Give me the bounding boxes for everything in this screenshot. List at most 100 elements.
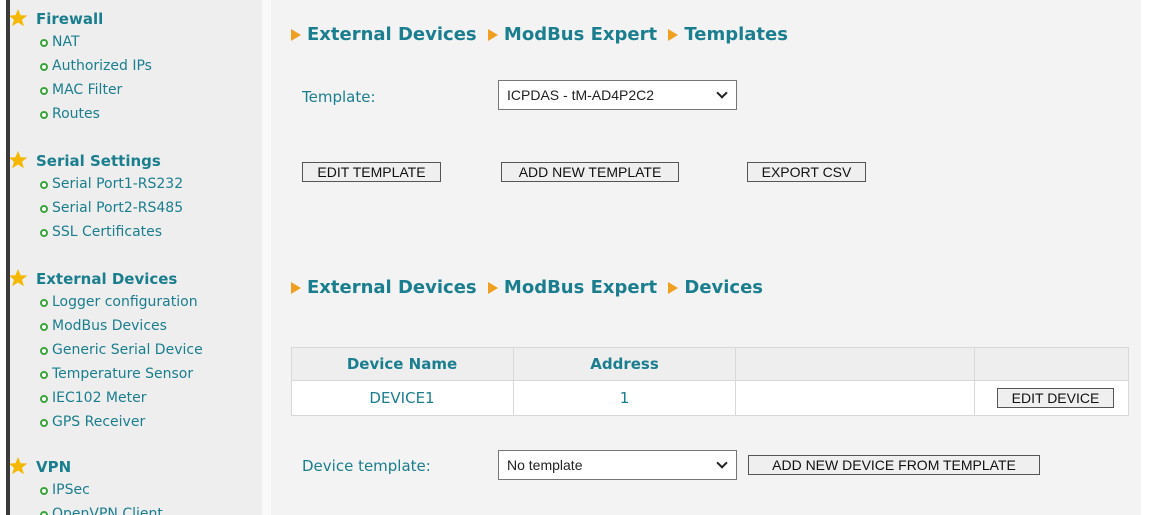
sidebar-item-openvpn-client[interactable]: OpenVPN Client bbox=[40, 506, 163, 515]
bullet-circle-icon bbox=[40, 299, 48, 307]
bullet-circle-icon bbox=[40, 39, 48, 47]
table-cell-action: EDIT DEVICE bbox=[975, 381, 1129, 416]
table-border bbox=[291, 347, 292, 416]
sidebar-item-generic-serial-device[interactable]: Generic Serial Device bbox=[40, 342, 203, 358]
breadcrumb-devices: External Devices ModBus Expert Devices bbox=[291, 277, 763, 298]
sidebar-item-logger-configuration[interactable]: Logger configuration bbox=[40, 294, 198, 310]
sidebar-item-serial-port2[interactable]: Serial Port2-RS485 bbox=[40, 200, 184, 216]
table-border bbox=[513, 347, 514, 416]
sidebar-item-label: IEC102 Meter bbox=[52, 390, 147, 406]
sidebar-item-label: Logger configuration bbox=[52, 294, 198, 310]
sidebar-item-ipsec[interactable]: IPSec bbox=[40, 482, 90, 498]
sidebar-item-label: Temperature Sensor bbox=[52, 366, 194, 382]
bullet-circle-icon bbox=[40, 181, 48, 189]
table-header-action bbox=[975, 347, 1129, 380]
device-template-select-value: No template bbox=[507, 457, 583, 473]
star-icon bbox=[10, 9, 28, 27]
breadcrumb-part: ModBus Expert bbox=[503, 24, 658, 45]
sidebar-item-ssl-certificates[interactable]: SSL Certificates bbox=[40, 224, 163, 240]
sidebar-item-label: OpenVPN Client bbox=[52, 506, 163, 515]
sidebar-item-gps-receiver[interactable]: GPS Receiver bbox=[40, 414, 146, 430]
sidebar-item-label: IPSec bbox=[52, 482, 90, 498]
breadcrumb-part: Devices bbox=[684, 277, 764, 298]
table-header-device-name: Device Name bbox=[291, 347, 513, 380]
triangle-right-icon bbox=[487, 28, 498, 41]
left-edge bbox=[0, 0, 10, 515]
template-label: Template: bbox=[302, 88, 376, 106]
sidebar-item-modbus-devices[interactable]: ModBus Devices bbox=[40, 318, 167, 334]
triangle-right-icon bbox=[291, 281, 301, 294]
sidebar-item-label: GPS Receiver bbox=[52, 414, 146, 430]
bullet-circle-icon bbox=[40, 111, 48, 119]
table-header-empty bbox=[736, 347, 974, 380]
bullet-circle-icon bbox=[40, 87, 48, 95]
bullet-circle-icon bbox=[40, 395, 48, 403]
bullet-circle-icon bbox=[40, 511, 48, 515]
template-select-value: ICPDAS - tM-AD4P2C2 bbox=[507, 87, 655, 103]
triangle-right-icon bbox=[668, 281, 679, 294]
sidebar-menu: Firewall NAT Authorized IPs MAC Filter R… bbox=[10, 0, 262, 515]
chevron-down-icon bbox=[716, 87, 728, 99]
column-divider bbox=[262, 0, 271, 515]
sidebar-item-label: MAC Filter bbox=[52, 82, 123, 98]
main-content: External Devices ModBus Expert Templates… bbox=[271, 0, 1141, 515]
devices-table: Device Name Address DEVICE1 1 EDIT DEVIC… bbox=[291, 347, 1129, 416]
sidebar-section-title[interactable]: Firewall bbox=[36, 10, 103, 28]
sidebar-item-serial-port1[interactable]: Serial Port1-RS232 bbox=[40, 176, 184, 192]
breadcrumb-templates: External Devices ModBus Expert Templates bbox=[291, 24, 788, 45]
device-template-select[interactable]: No template bbox=[498, 450, 737, 480]
right-edge bbox=[1141, 0, 1151, 515]
table-cell-empty bbox=[736, 381, 974, 416]
add-new-template-button[interactable]: ADD NEW TEMPLATE bbox=[501, 162, 679, 182]
chevron-down-icon bbox=[716, 457, 728, 469]
sidebar-item-label: SSL Certificates bbox=[52, 224, 163, 240]
table-border bbox=[291, 415, 1129, 416]
bullet-circle-icon bbox=[40, 487, 48, 495]
breadcrumb-part: ModBus Expert bbox=[503, 277, 658, 298]
bullet-circle-icon bbox=[40, 419, 48, 427]
star-icon bbox=[10, 151, 28, 169]
sidebar-item-label: Serial Port2-RS485 bbox=[52, 200, 184, 216]
edit-device-button[interactable]: EDIT DEVICE bbox=[997, 388, 1114, 408]
sidebar-section-title[interactable]: External Devices bbox=[36, 270, 177, 288]
table-border bbox=[735, 347, 736, 416]
breadcrumb-part: External Devices bbox=[307, 24, 477, 45]
table-cell-device-name: DEVICE1 bbox=[291, 381, 513, 416]
sidebar-item-label: Routes bbox=[52, 106, 100, 122]
edit-template-button[interactable]: EDIT TEMPLATE bbox=[302, 162, 441, 182]
table-header-address: Address bbox=[514, 347, 735, 380]
star-icon bbox=[10, 269, 28, 287]
sidebar-item-routes[interactable]: Routes bbox=[40, 106, 100, 122]
bullet-circle-icon bbox=[40, 371, 48, 379]
export-csv-button[interactable]: EXPORT CSV bbox=[747, 162, 866, 182]
sidebar-item-iec102-meter[interactable]: IEC102 Meter bbox=[40, 390, 147, 406]
triangle-right-icon bbox=[487, 281, 498, 294]
sidebar-item-label: ModBus Devices bbox=[52, 318, 167, 334]
breadcrumb-part: Templates bbox=[684, 24, 788, 45]
bullet-circle-icon bbox=[40, 229, 48, 237]
device-template-label: Device template: bbox=[302, 457, 431, 475]
sidebar-item-label: NAT bbox=[52, 34, 80, 50]
template-select[interactable]: ICPDAS - tM-AD4P2C2 bbox=[498, 80, 737, 110]
breadcrumb-part: External Devices bbox=[307, 277, 477, 298]
table-border bbox=[291, 380, 1129, 381]
sidebar-item-authorized-ips[interactable]: Authorized IPs bbox=[40, 58, 152, 74]
star-icon bbox=[10, 457, 28, 475]
table-border bbox=[291, 347, 1129, 348]
add-new-device-from-template-button[interactable]: ADD NEW DEVICE FROM TEMPLATE bbox=[748, 455, 1040, 475]
sidebar-item-label: Serial Port1-RS232 bbox=[52, 176, 184, 192]
bullet-circle-icon bbox=[40, 347, 48, 355]
bullet-circle-icon bbox=[40, 63, 48, 71]
triangle-right-icon bbox=[291, 28, 301, 41]
table-border bbox=[1128, 347, 1129, 416]
bullet-circle-icon bbox=[40, 205, 48, 213]
table-cell-address: 1 bbox=[514, 381, 735, 416]
sidebar-section-title[interactable]: Serial Settings bbox=[36, 152, 161, 170]
sidebar-item-temperature-sensor[interactable]: Temperature Sensor bbox=[40, 366, 194, 382]
sidebar-item-nat[interactable]: NAT bbox=[40, 34, 80, 50]
bullet-circle-icon bbox=[40, 323, 48, 331]
sidebar-item-mac-filter[interactable]: MAC Filter bbox=[40, 82, 123, 98]
table-border bbox=[974, 347, 975, 416]
sidebar-section-title[interactable]: VPN bbox=[36, 458, 71, 476]
triangle-right-icon bbox=[668, 28, 679, 41]
